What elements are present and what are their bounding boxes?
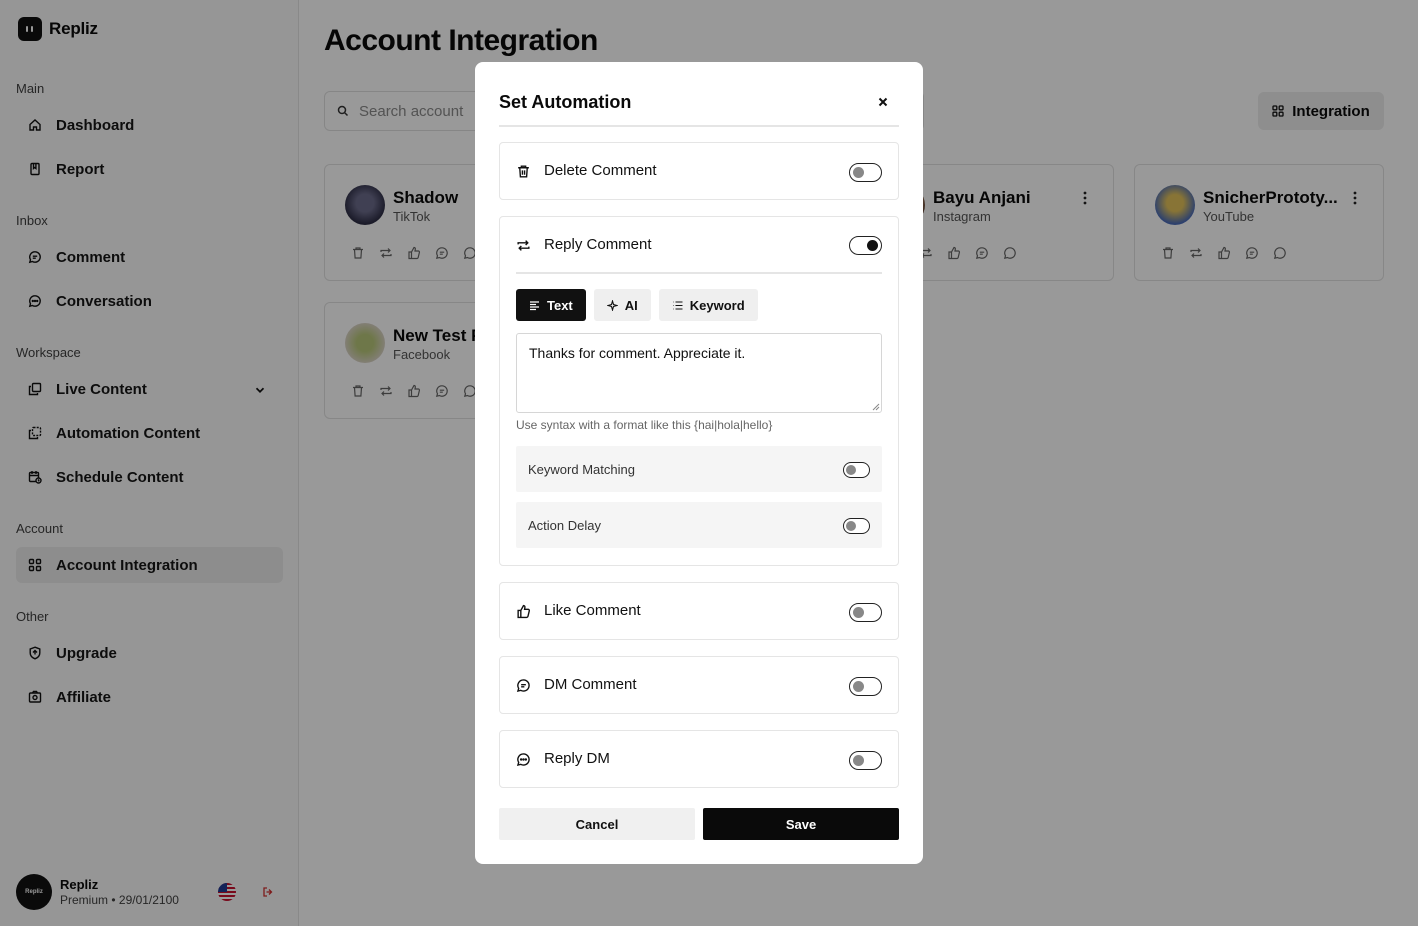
like-comment-section: Like Comment — [499, 582, 899, 640]
reply-mode-tabs: Text AI Keyword — [516, 289, 758, 321]
conversation-icon — [516, 753, 530, 767]
action-delay-toggle[interactable] — [843, 518, 870, 534]
comment-icon — [516, 679, 530, 693]
divider — [499, 125, 899, 127]
tab-text[interactable]: Text — [516, 289, 586, 321]
resize-handle-icon[interactable] — [872, 403, 880, 411]
save-button[interactable]: Save — [703, 808, 899, 840]
set-automation-modal: Set Automation Delete Comment Reply Comm… — [475, 62, 923, 864]
reply-comment-section: Reply Comment Text AI Keyword Thanks for… — [499, 216, 899, 566]
section-label: Reply Comment — [544, 236, 652, 253]
tab-ai[interactable]: AI — [593, 289, 651, 321]
reply-dm-toggle[interactable] — [849, 751, 882, 770]
tab-label: AI — [624, 297, 638, 313]
like-comment-toggle[interactable] — [849, 603, 882, 622]
tab-label: Text — [547, 297, 573, 313]
action-delay-row: Action Delay — [516, 502, 882, 548]
cancel-button[interactable]: Cancel — [499, 808, 695, 840]
list-icon — [672, 300, 683, 310]
dm-comment-section: DM Comment — [499, 656, 899, 714]
section-label: Delete Comment — [544, 162, 657, 179]
close-icon[interactable] — [876, 95, 890, 109]
reply-comment-toggle[interactable] — [849, 236, 882, 255]
section-header: Reply DM — [500, 731, 898, 787]
dm-comment-toggle[interactable] — [849, 677, 882, 696]
section-header: Like Comment — [500, 583, 898, 639]
tab-keyword[interactable]: Keyword — [658, 289, 758, 321]
tab-label: Keyword — [689, 297, 745, 313]
thumbs-up-icon — [517, 604, 531, 619]
delete-comment-toggle[interactable] — [849, 163, 882, 182]
action-delay-label: Action Delay — [528, 518, 601, 533]
section-label: Like Comment — [544, 602, 641, 619]
section-header: Delete Comment — [500, 143, 898, 199]
section-label: Reply DM — [544, 750, 610, 767]
divider — [516, 272, 882, 274]
keyword-matching-label: Keyword Matching — [528, 462, 635, 477]
align-left-icon — [530, 300, 539, 310]
reply-text-input[interactable]: Thanks for comment. Appreciate it. — [516, 333, 882, 413]
section-label: DM Comment — [544, 676, 637, 693]
keyword-matching-toggle[interactable] — [843, 462, 870, 478]
reply-dm-section: Reply DM — [499, 730, 899, 788]
syntax-hint: Use syntax with a format like this {hai|… — [516, 418, 773, 432]
section-header: DM Comment — [500, 657, 898, 713]
delete-comment-section: Delete Comment — [499, 142, 899, 200]
modal-title: Set Automation — [499, 92, 632, 112]
sparkle-icon — [606, 299, 618, 311]
repeat-icon — [517, 240, 530, 251]
keyword-matching-row: Keyword Matching — [516, 446, 882, 492]
section-header: Reply Comment — [500, 217, 898, 273]
trash-icon — [518, 165, 529, 178]
